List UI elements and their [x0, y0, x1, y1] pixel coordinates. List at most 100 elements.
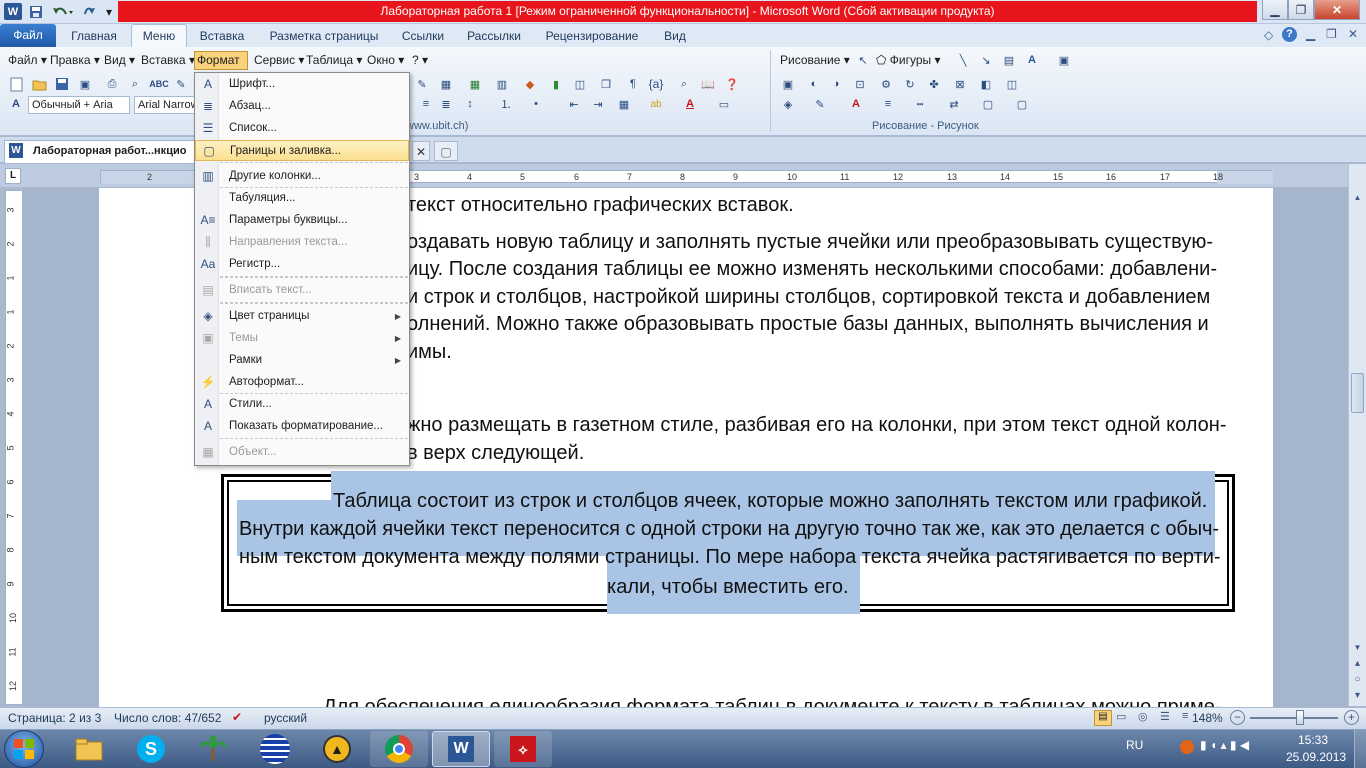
- zoom-level[interactable]: 148%: [1192, 708, 1223, 728]
- format-menu-item[interactable]: A Показать форматирование...: [195, 416, 409, 437]
- borders-toolbar-icon[interactable]: ▦: [616, 96, 632, 112]
- menu-format[interactable]: Формат ▾: [194, 51, 248, 84]
- dash-style-icon[interactable]: ┅: [912, 96, 928, 112]
- tab-menu[interactable]: Меню: [131, 24, 187, 48]
- brightness-icon[interactable]: ◑: [828, 76, 844, 92]
- compress-icon[interactable]: ⚙: [878, 76, 894, 92]
- close-button[interactable]: ✕: [1314, 0, 1360, 20]
- ribbon-minimize-icon[interactable]: ◇: [1264, 28, 1273, 42]
- save-toolbar-icon[interactable]: [54, 76, 70, 92]
- skype-icon[interactable]: S: [122, 731, 180, 767]
- columns-toolbar-icon[interactable]: ▥: [494, 76, 510, 92]
- scroll-down-icon[interactable]: ▼: [1350, 640, 1365, 655]
- doc-map-icon[interactable]: ◫: [572, 76, 588, 92]
- explorer-icon[interactable]: [60, 731, 118, 767]
- font-color-icon[interactable]: A: [682, 96, 698, 112]
- show-desktop-button[interactable]: [1354, 730, 1366, 768]
- palm-app-icon[interactable]: [184, 731, 242, 767]
- document-tab[interactable]: Лабораторная работ...нкцио: [4, 140, 198, 163]
- insert-field-icon[interactable]: {a}: [648, 76, 664, 92]
- draw-table-icon[interactable]: ✎: [414, 76, 430, 92]
- acrobat-icon[interactable]: ⟡: [494, 731, 552, 767]
- format-menu-item[interactable]: ▢ Границы и заливка...: [195, 140, 409, 161]
- doc-close-icon[interactable]: ✕: [1348, 27, 1358, 41]
- arrow-style-icon[interactable]: ⇄: [946, 96, 962, 112]
- maximize-button[interactable]: ❐: [1288, 0, 1314, 20]
- format-menu-item[interactable]: Aa Регистр...: [195, 254, 409, 275]
- spelling-icon[interactable]: ABC: [149, 76, 169, 92]
- font-combo[interactable]: Arial Narrow: [134, 96, 196, 114]
- doc-minimize-icon[interactable]: ▁: [1306, 27, 1315, 41]
- qat-customize-icon[interactable]: ▾: [103, 3, 115, 20]
- show-hide-icon[interactable]: ¶: [625, 76, 641, 92]
- wordart-icon[interactable]: A: [1024, 52, 1040, 68]
- clock-time[interactable]: 15:33: [1298, 733, 1328, 747]
- new-tab-icon[interactable]: ▢: [434, 141, 458, 161]
- tray-icons[interactable]: ▮ ◖ ▴ ▮ ◀: [1200, 738, 1249, 752]
- thumbnails-icon[interactable]: ❒: [598, 76, 614, 92]
- word-taskbar-icon[interactable]: W: [432, 731, 490, 767]
- new-doc-icon[interactable]: [8, 76, 24, 92]
- print-preview-icon[interactable]: ⌕: [127, 76, 143, 92]
- file-tab[interactable]: Файл: [0, 24, 56, 47]
- format-menu-item[interactable]: ◈ Цвет страницы ▶: [195, 306, 409, 327]
- format-menu-item[interactable]: ⚡ Автоформат...: [195, 372, 409, 393]
- fill-color-icon[interactable]: ◈: [780, 96, 796, 112]
- reading-mode-icon[interactable]: 📖: [700, 76, 716, 92]
- textbox-icon[interactable]: ▤: [1001, 52, 1017, 68]
- browse-object-icon[interactable]: ○: [1350, 674, 1365, 688]
- contrast-icon[interactable]: ◐: [806, 76, 822, 92]
- doc-restore-icon[interactable]: ❐: [1326, 27, 1337, 41]
- insert-picture-icon[interactable]: ▣: [780, 76, 796, 92]
- zoom-out-icon[interactable]: −: [1230, 710, 1245, 725]
- redo-icon[interactable]: [80, 3, 98, 20]
- menu-help[interactable]: ? ▾: [412, 51, 428, 70]
- format-menu-item[interactable]: A Шрифт...: [195, 74, 409, 95]
- close-tab-icon[interactable]: ✕: [412, 141, 430, 161]
- menu-tools[interactable]: Сервис ▾: [254, 51, 304, 70]
- format-menu-item[interactable]: ☰ Список...: [195, 118, 409, 139]
- set-transparent-icon[interactable]: ◧: [978, 76, 994, 92]
- increase-indent-icon[interactable]: ⇥: [590, 96, 606, 112]
- tab-mailings[interactable]: Рассылки: [460, 24, 528, 48]
- ruby-icon[interactable]: ▭: [716, 96, 732, 112]
- tray-app-icon[interactable]: [1180, 740, 1194, 754]
- drawing-toggle-icon[interactable]: ◆: [522, 76, 538, 92]
- 3d-icon[interactable]: ▢: [1014, 96, 1030, 112]
- crop-icon[interactable]: ⊡: [852, 76, 868, 92]
- help-icon[interactable]: ?: [1282, 27, 1297, 42]
- prev-page-icon[interactable]: ▴: [1350, 658, 1365, 672]
- help-toolbar-icon[interactable]: ❓: [724, 76, 740, 92]
- status-words[interactable]: Число слов: 47/652: [114, 708, 221, 728]
- format-picture-icon[interactable]: ✤: [926, 76, 942, 92]
- menu-table[interactable]: Таблица ▾: [306, 51, 362, 70]
- start-button[interactable]: [4, 730, 44, 768]
- save-icon[interactable]: [27, 3, 45, 20]
- scroll-up-icon[interactable]: ▲: [1350, 190, 1365, 205]
- rotate-icon[interactable]: ↻: [902, 76, 918, 92]
- decrease-indent-icon[interactable]: ⇤: [566, 96, 582, 112]
- draft-view-icon[interactable]: ≡: [1182, 710, 1188, 722]
- line-style-icon[interactable]: ≡: [880, 96, 896, 112]
- format-menu-item[interactable]: A≡ Параметры буквицы...: [195, 210, 409, 231]
- media-app-icon[interactable]: ▲: [308, 731, 366, 767]
- chart-icon[interactable]: ▮: [548, 76, 564, 92]
- insert-table-icon[interactable]: ▦: [438, 76, 454, 92]
- draw-font-color-icon[interactable]: A: [848, 96, 864, 112]
- tab-home[interactable]: Главная: [64, 24, 124, 48]
- picture-icon[interactable]: ▣: [1056, 52, 1072, 68]
- input-language[interactable]: RU: [1126, 738, 1143, 752]
- shapes-menu[interactable]: ⬠ Фигуры ▾: [876, 51, 941, 70]
- menu-file[interactable]: Файл ▾: [8, 51, 47, 70]
- next-page-icon[interactable]: ▾: [1350, 690, 1365, 704]
- format-menu-item[interactable]: ≣ Абзац...: [195, 96, 409, 117]
- reset-picture-icon[interactable]: ◫: [1004, 76, 1020, 92]
- line-icon[interactable]: ╲: [955, 52, 971, 68]
- tab-insert[interactable]: Вставка: [192, 24, 252, 48]
- styles-pane-icon[interactable]: A: [8, 96, 24, 112]
- select-objects-icon[interactable]: ↖: [855, 52, 871, 68]
- status-page[interactable]: Страница: 2 из 3: [8, 708, 101, 728]
- text-wrap-icon[interactable]: ⊠: [952, 76, 968, 92]
- zoom-slider-track[interactable]: [1250, 717, 1338, 719]
- status-language[interactable]: русский: [264, 708, 307, 728]
